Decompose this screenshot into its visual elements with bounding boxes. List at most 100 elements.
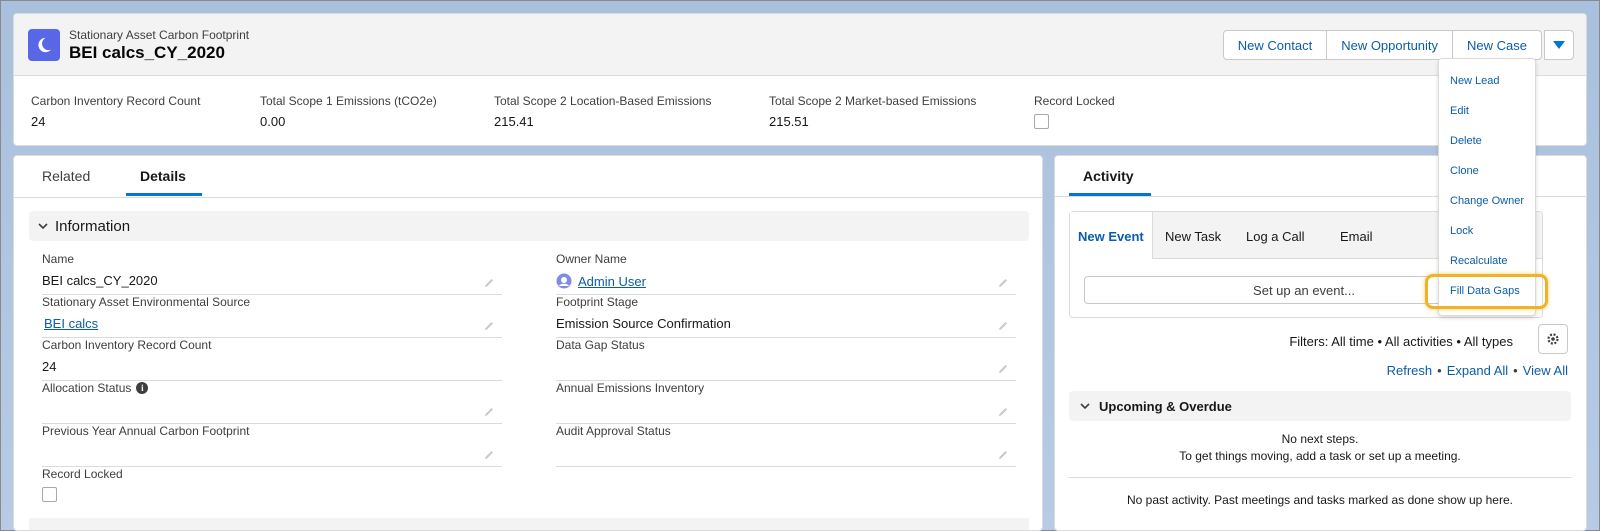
field-environmental-source: Stationary Asset Environmental Source BE… [42, 295, 502, 338]
field-label: Record Locked [42, 467, 123, 481]
refresh-link[interactable]: Refresh [1387, 363, 1433, 378]
highlight-label: Carbon Inventory Record Count [31, 94, 201, 108]
separator: • [1513, 363, 1518, 378]
callout-highlight [1425, 274, 1548, 309]
field-label: Data Gap Status [556, 338, 645, 352]
field-value: Emission Source Confirmation [556, 316, 731, 331]
user-avatar-icon [556, 273, 572, 289]
field-record-count: Carbon Inventory Record Count 24 [42, 338, 502, 381]
activity-links: Refresh • Expand All • View All [1387, 363, 1568, 378]
tab-email[interactable]: Email [1340, 229, 1373, 244]
more-actions-button[interactable] [1544, 30, 1574, 60]
field-label: Audit Approval Status [556, 424, 671, 438]
separator: • [1437, 363, 1442, 378]
highlight-label: Total Scope 1 Emissions (tCO2e) [260, 94, 437, 108]
pencil-icon[interactable] [484, 321, 494, 331]
pencil-icon[interactable] [998, 278, 1008, 288]
highlight-value: 215.51 [769, 114, 809, 129]
section-title: Information [55, 217, 131, 235]
pencil-icon[interactable] [484, 450, 494, 460]
details-panel: Related Details Information Name BEI cal… [13, 155, 1043, 531]
filter-settings-button[interactable] [1538, 324, 1568, 354]
menu-item-recalculate[interactable]: Recalculate [1450, 255, 1507, 267]
field-record-locked: Record Locked [42, 467, 502, 510]
owner-link[interactable]: Admin User [578, 274, 646, 289]
field-footprint-stage: Footprint Stage Emission Source Confirma… [556, 295, 1016, 338]
new-contact-button[interactable]: New Contact [1222, 30, 1328, 60]
field-allocation-status: Allocation Status i [42, 381, 502, 424]
field-label: Annual Emissions Inventory [556, 381, 705, 395]
menu-item-clone[interactable]: Clone [1450, 165, 1479, 177]
upcoming-title: Upcoming & Overdue [1099, 398, 1232, 414]
field-value: BEI calcs_CY_2020 [42, 273, 158, 288]
header-top: Stationary Asset Carbon Footprint BEI ca… [14, 14, 1586, 76]
pencil-icon[interactable] [484, 407, 494, 417]
new-case-button[interactable]: New Case [1452, 30, 1542, 60]
field-label: Footprint Stage [556, 295, 639, 309]
highlight-label: Total Scope 2 Location-Based Emissions [494, 94, 712, 108]
divider [1069, 477, 1571, 478]
view-all-link[interactable]: View All [1523, 363, 1568, 378]
field-value: 24 [42, 359, 57, 374]
tab-new-event[interactable]: New Event [1070, 212, 1153, 259]
menu-item-lock[interactable]: Lock [1450, 225, 1473, 237]
field-label: Previous Year Annual Carbon Footprint [42, 424, 250, 438]
field-label: Stationary Asset Environmental Source [42, 295, 251, 309]
field-annual-inventory: Annual Emissions Inventory [556, 381, 1016, 424]
field-label: Owner Name [556, 252, 627, 266]
pencil-icon[interactable] [998, 321, 1008, 331]
action-button-group: New Contact New Opportunity New Case [1222, 30, 1542, 60]
detail-tabs: Related Details [14, 156, 1042, 198]
environmental-source-link[interactable]: BEI calcs [44, 316, 98, 331]
tab-related[interactable]: Related [42, 168, 90, 184]
field-label: Name [42, 252, 75, 266]
field-label-text: Allocation Status [42, 381, 132, 395]
record-title: BEI calcs_CY_2020 [69, 43, 225, 62]
object-type-label: Stationary Asset Carbon Footprint [69, 28, 250, 42]
field-label: Allocation Status i [42, 381, 502, 395]
new-opportunity-button[interactable]: New Opportunity [1326, 30, 1454, 60]
menu-item-new-lead[interactable]: New Lead [1450, 75, 1500, 87]
menu-item-edit[interactable]: Edit [1450, 105, 1469, 117]
pencil-icon[interactable] [484, 278, 494, 288]
menu-item-change-owner[interactable]: Change Owner [1450, 195, 1524, 207]
tab-log-a-call[interactable]: Log a Call [1246, 229, 1305, 244]
record-locked-checkbox[interactable] [1034, 114, 1049, 129]
pencil-icon[interactable] [998, 407, 1008, 417]
highlight-value: 215.41 [494, 114, 534, 129]
field-label: Carbon Inventory Record Count [42, 338, 212, 352]
info-icon[interactable]: i [136, 382, 149, 394]
upcoming-overdue-header[interactable]: Upcoming & Overdue [1069, 391, 1571, 421]
highlight-value: 0.00 [260, 114, 286, 129]
highlight-label: Record Locked [1034, 94, 1115, 108]
chevron-down-icon [38, 223, 48, 230]
highlight-record-locked: Record Locked [1034, 94, 1115, 129]
field-owner: Owner Name Admin User [556, 252, 1016, 295]
pencil-icon[interactable] [998, 450, 1008, 460]
menu-item-delete[interactable]: Delete [1450, 135, 1482, 147]
highlights-panel: Carbon Inventory Record Count 24 Total S… [14, 76, 1586, 146]
expand-all-link[interactable]: Expand All [1447, 363, 1508, 378]
no-past-activity: No past activity. Past meetings and task… [1127, 493, 1513, 507]
moon-icon [28, 29, 60, 61]
gear-icon [1547, 333, 1559, 345]
record-header: Stationary Asset Carbon Footprint BEI ca… [13, 13, 1587, 146]
tab-details[interactable]: Details [140, 168, 186, 184]
tab-activity[interactable]: Activity [1083, 168, 1134, 184]
no-next-line2: To get things moving, add a task or set … [1179, 449, 1461, 463]
field-data-gap-status: Data Gap Status [556, 338, 1016, 381]
active-tab-indicator [126, 193, 202, 196]
highlight-scope1: Total Scope 1 Emissions (tCO2e) 0.00 [260, 94, 437, 129]
field-previous-year: Previous Year Annual Carbon Footprint [42, 424, 502, 467]
pencil-icon[interactable] [998, 364, 1008, 374]
field-name: Name BEI calcs_CY_2020 [42, 252, 502, 295]
next-section-header [29, 518, 1029, 530]
chevron-down-icon [1080, 403, 1090, 410]
record-locked-field-checkbox[interactable] [42, 487, 57, 502]
no-next-steps: No next steps. To get things moving, add… [1069, 431, 1571, 465]
information-section-header[interactable]: Information [29, 211, 1029, 241]
tab-new-task[interactable]: New Task [1165, 229, 1221, 244]
highlight-scope2-market: Total Scope 2 Market-based Emissions 215… [769, 94, 976, 129]
highlight-value: 24 [31, 114, 46, 129]
activity-filters: Filters: All time • All activities • All… [1289, 334, 1513, 349]
